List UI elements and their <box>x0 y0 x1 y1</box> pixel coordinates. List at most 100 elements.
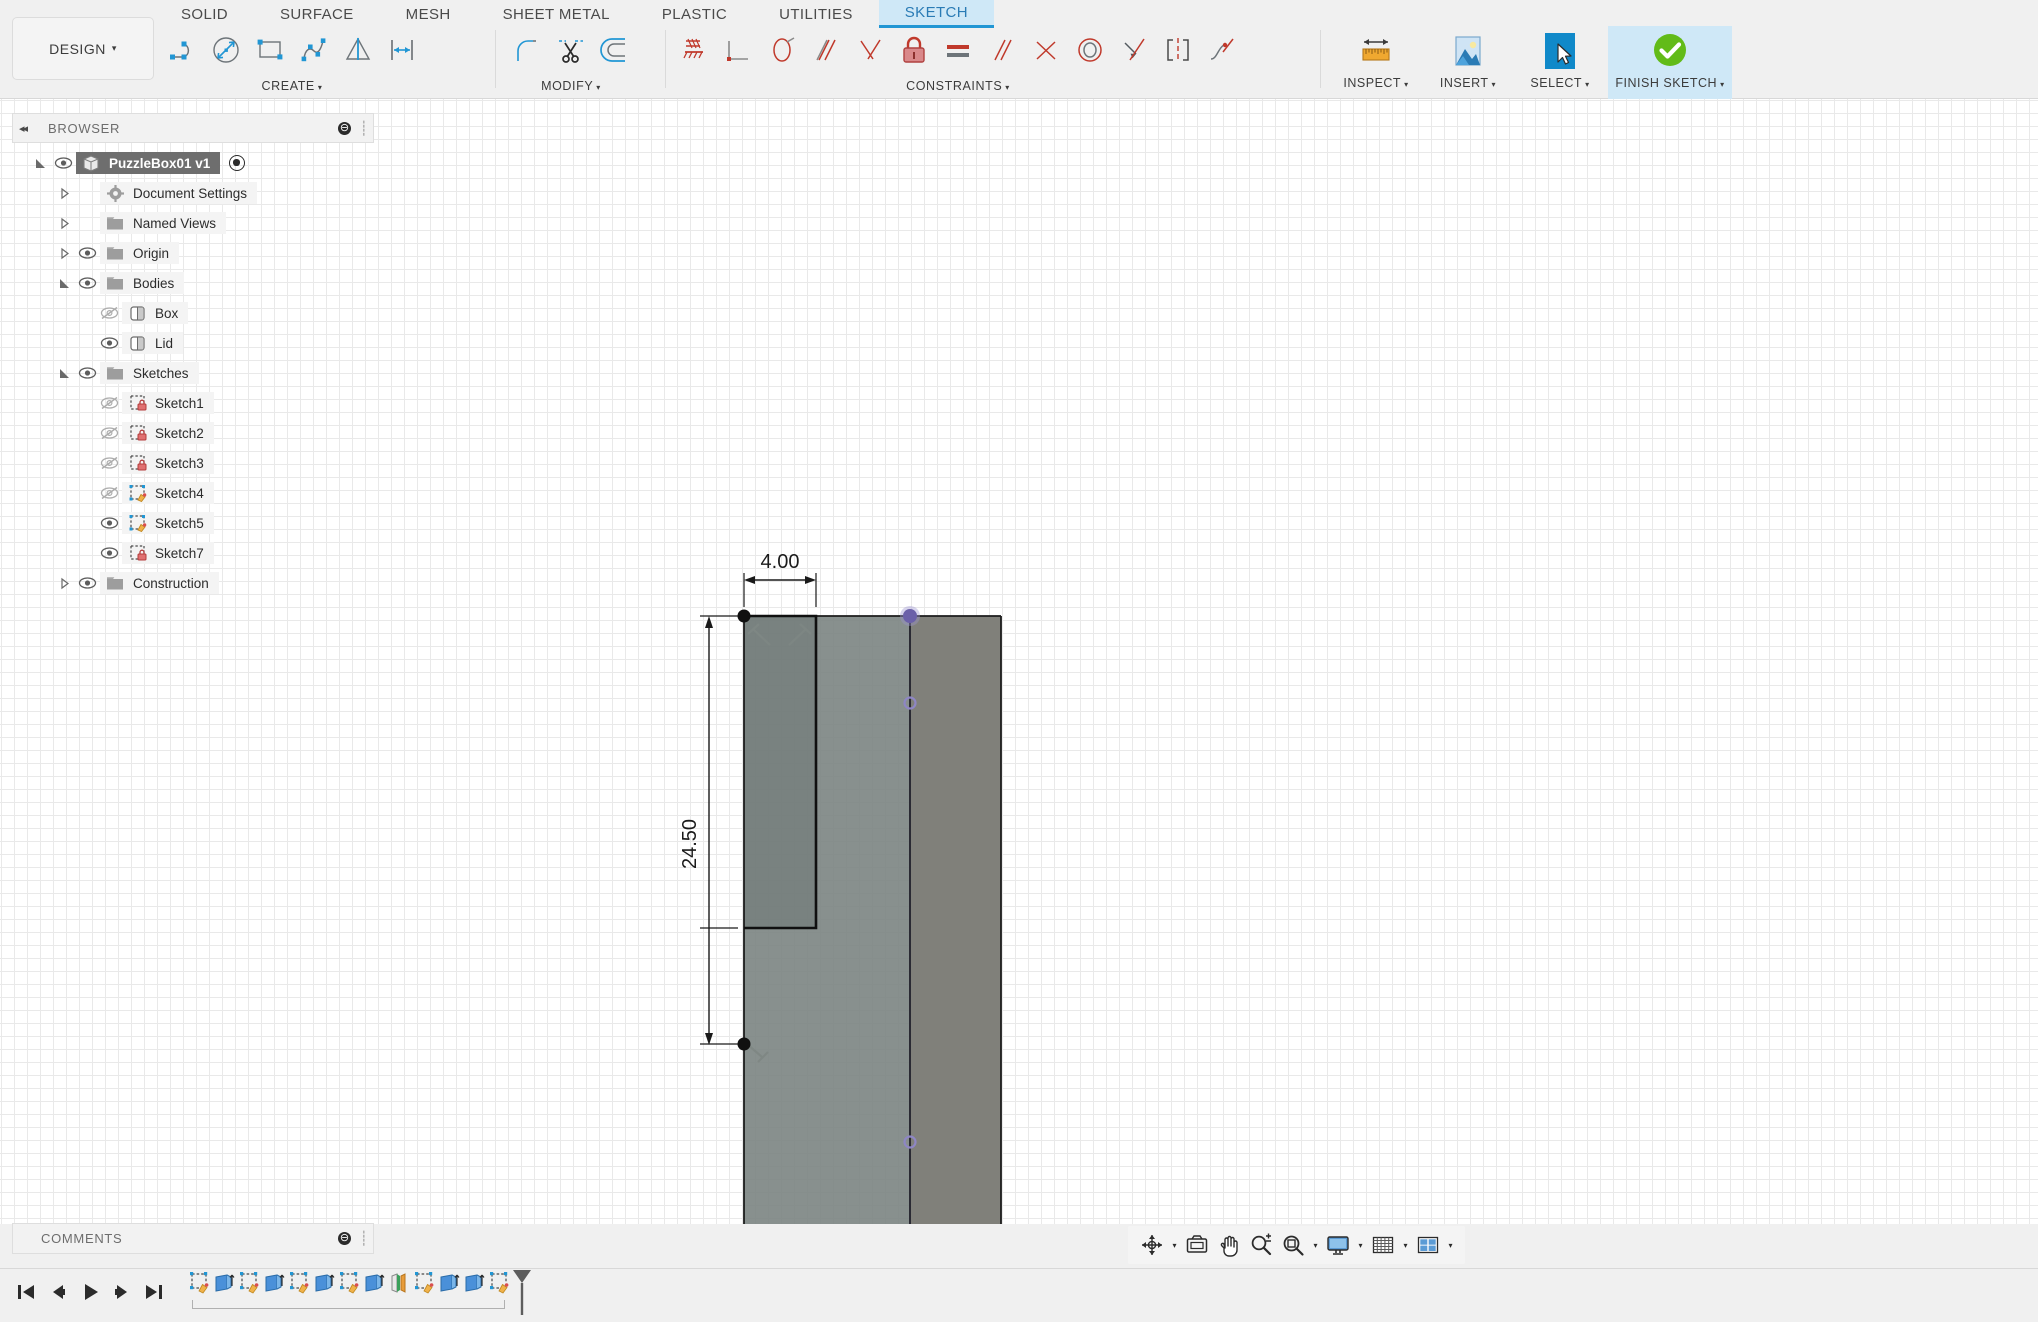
tab-surface[interactable]: SURFACE <box>254 0 380 28</box>
tree-item-puzzlebox01[interactable]: PuzzleBox01 v1 <box>12 148 374 178</box>
tree-item-bodies[interactable]: Bodies <box>12 268 374 298</box>
add-circle-icon[interactable]: ⊖ <box>338 121 351 135</box>
fillet-icon[interactable] <box>505 26 549 74</box>
visibility-eye-icon[interactable] <box>74 576 100 590</box>
symmetry-icon[interactable] <box>1112 26 1156 74</box>
finish-sketch-button[interactable]: FINISH SKETCH ▾ <box>1608 26 1732 99</box>
tree-item-named-views[interactable]: Named Views <box>12 208 374 238</box>
coincident-icon[interactable] <box>848 26 892 74</box>
tree-item-construction[interactable]: Construction <box>12 568 374 598</box>
rectangle-icon[interactable] <box>248 26 292 74</box>
horizontal-vertical-icon[interactable] <box>1068 26 1112 74</box>
twisty-collapsed-icon[interactable] <box>54 243 74 263</box>
visibility-eye-icon[interactable] <box>96 336 122 350</box>
viewports-icon[interactable] <box>1412 1229 1444 1261</box>
play-button[interactable] <box>74 1272 106 1312</box>
visibility-eye-off-icon[interactable] <box>96 486 122 500</box>
tree-item-sketch4[interactable]: Sketch4 <box>12 478 374 508</box>
go-to-beginning-button[interactable] <box>10 1272 42 1312</box>
spline-icon[interactable] <box>292 26 336 74</box>
tangent-icon[interactable] <box>1024 26 1068 74</box>
concentric-icon[interactable] <box>980 26 1024 74</box>
circle-icon[interactable] <box>204 26 248 74</box>
twisty-collapsed-icon[interactable] <box>54 573 74 593</box>
visibility-eye-off-icon[interactable] <box>96 306 122 320</box>
visibility-eye-off-icon[interactable] <box>96 426 122 440</box>
twisty-collapsed-icon[interactable] <box>54 213 74 233</box>
resize-grip-icon[interactable]: ┊ <box>360 120 368 137</box>
chevron-down-icon[interactable]: ▾ <box>1444 1241 1457 1250</box>
tab-mesh[interactable]: MESH <box>380 0 477 28</box>
chevron-down-icon[interactable]: ▾ <box>1309 1241 1322 1250</box>
fit-zoom-icon[interactable] <box>1277 1229 1309 1261</box>
grid-snaps-icon[interactable] <box>1367 1229 1399 1261</box>
curvature-icon[interactable] <box>1156 26 1200 74</box>
twisty-collapsed-icon[interactable] <box>54 183 74 203</box>
tree-item-document-settings[interactable]: Document Settings <box>12 178 374 208</box>
workspace-switcher-button[interactable]: DESIGN ▾ <box>12 17 154 80</box>
tree-item-sketches[interactable]: Sketches <box>12 358 374 388</box>
twisty-expanded-icon[interactable] <box>54 363 74 383</box>
tab-sheet-metal[interactable]: SHEET METAL <box>477 0 636 28</box>
visibility-eye-icon[interactable] <box>50 156 76 170</box>
parallel-icon[interactable] <box>804 26 848 74</box>
visibility-eye-off-icon[interactable] <box>96 456 122 470</box>
chevron-down-icon[interactable]: ▾ <box>1168 1241 1181 1250</box>
collapse-left-arrows-icon[interactable]: ◂◂ <box>19 122 28 135</box>
constraints-group-label[interactable]: CONSTRAINTS ▾ <box>906 79 1010 93</box>
create-group-label[interactable]: CREATE ▾ <box>262 79 323 93</box>
tree-item-sketch2[interactable]: Sketch2 <box>12 418 374 448</box>
tree-item-sketch5[interactable]: Sketch5 <box>12 508 374 538</box>
tab-solid[interactable]: SOLID <box>155 0 254 28</box>
timeline-end-marker[interactable] <box>511 1269 533 1315</box>
modify-group-label[interactable]: MODIFY ▾ <box>541 79 601 93</box>
offset-icon[interactable] <box>593 26 637 74</box>
step-back-button[interactable] <box>42 1272 74 1312</box>
chevron-down-icon[interactable]: ▾ <box>1354 1241 1367 1250</box>
tree-item-origin[interactable]: Origin <box>12 238 374 268</box>
insert-button[interactable]: INSERT ▾ <box>1422 26 1514 99</box>
tab-plastic[interactable]: PLASTIC <box>636 0 753 28</box>
orbit-icon[interactable] <box>1136 1229 1168 1261</box>
select-cursor-icon <box>1538 26 1582 76</box>
chevron-down-icon[interactable]: ▾ <box>1399 1241 1412 1250</box>
equal-icon[interactable] <box>936 26 980 74</box>
zoom-icon[interactable] <box>1245 1229 1277 1261</box>
go-to-end-button[interactable] <box>138 1272 170 1312</box>
perpendicular-icon[interactable] <box>716 26 760 74</box>
select-button[interactable]: SELECT ▾ <box>1514 26 1606 99</box>
tree-item-lid[interactable]: Lid <box>12 328 374 358</box>
break-curve-icon[interactable] <box>1200 26 1244 74</box>
resize-grip-icon[interactable]: ┊ <box>360 1230 368 1247</box>
fix-lock-icon[interactable] <box>892 26 936 74</box>
tree-item-box[interactable]: Box <box>12 298 374 328</box>
twisty-expanded-icon[interactable] <box>30 153 50 173</box>
tree-item-sketch3[interactable]: Sketch3 <box>12 448 374 478</box>
midpoint-icon[interactable] <box>760 26 804 74</box>
tree-item-sketch1[interactable]: Sketch1 <box>12 388 374 418</box>
tree-item-sketch7[interactable]: Sketch7 <box>12 538 374 568</box>
activate-component-radio[interactable] <box>229 155 246 171</box>
visibility-eye-icon[interactable] <box>96 516 122 530</box>
visibility-eye-icon[interactable] <box>74 246 100 260</box>
mirror-icon[interactable] <box>336 26 380 74</box>
line-icon[interactable] <box>160 26 204 74</box>
visibility-eye-off-icon[interactable] <box>96 396 122 410</box>
origin-top-point-halo <box>900 606 920 626</box>
visibility-eye-icon[interactable] <box>96 546 122 560</box>
twisty-expanded-icon[interactable] <box>54 273 74 293</box>
tree-item-body: Document Settings <box>100 182 258 204</box>
step-forward-button[interactable] <box>106 1272 138 1312</box>
visibility-eye-icon[interactable] <box>74 276 100 290</box>
pan-hand-icon[interactable] <box>1213 1229 1245 1261</box>
look-at-icon[interactable] <box>1181 1229 1213 1261</box>
tab-utilities[interactable]: UTILITIES <box>753 0 879 28</box>
ground-fix-icon[interactable] <box>672 26 716 74</box>
sketch-dimension-icon[interactable] <box>380 26 424 74</box>
add-circle-icon[interactable]: ⊖ <box>338 1232 351 1245</box>
trim-icon[interactable] <box>549 26 593 74</box>
inspect-button[interactable]: INSPECT ▾ <box>1330 26 1422 99</box>
visibility-eye-icon[interactable] <box>74 366 100 380</box>
tab-sketch[interactable]: SKETCH <box>878 0 995 28</box>
display-settings-icon[interactable] <box>1322 1229 1354 1261</box>
